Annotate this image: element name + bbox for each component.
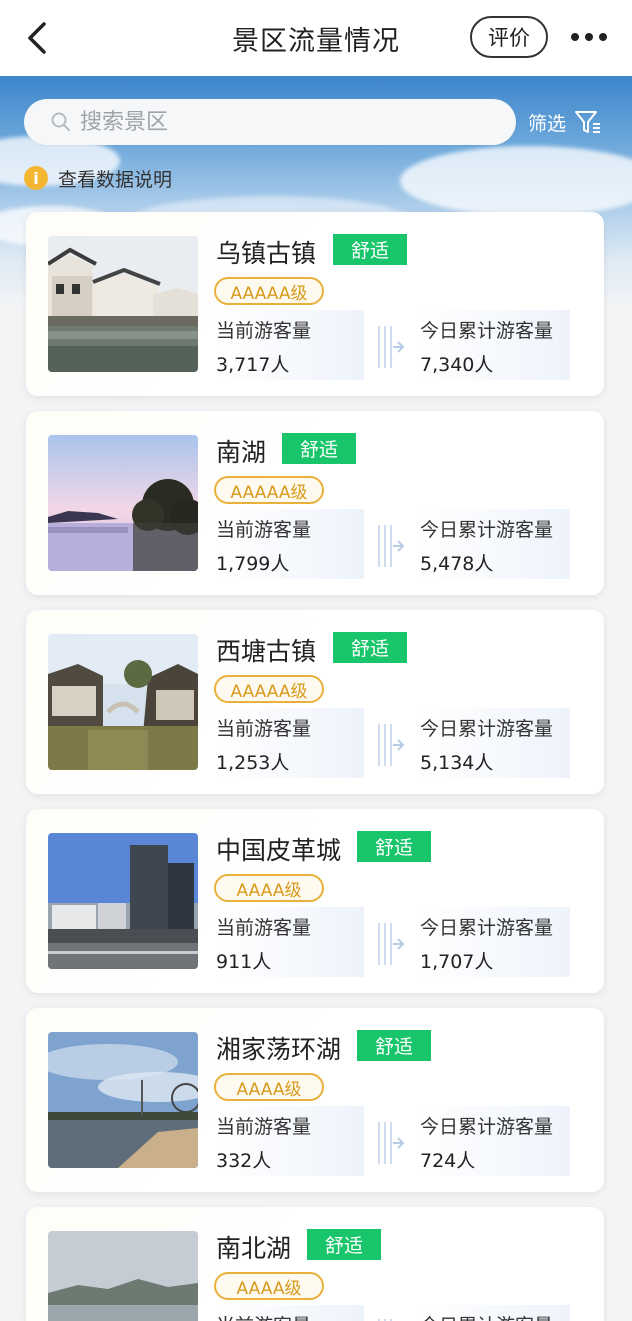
filter-label: 筛选 [528, 112, 567, 135]
today-visitors-value: 7,340人 [420, 354, 494, 376]
page-title: 景区流量情况 [232, 25, 400, 57]
comfort-status-badge: 舒适 [357, 831, 431, 862]
current-visitors-value: 3,717人 [216, 354, 290, 376]
arrow-right-icon [378, 724, 405, 766]
comfort-status-badge: 舒适 [282, 433, 356, 464]
level-badge: AAAA级 [214, 874, 324, 902]
today-visitors-box: 今日累计游客量 [418, 1305, 570, 1321]
today-visitors-label: 今日累计游客量 [420, 1116, 554, 1138]
scenic-spot-card[interactable]: 西塘古镇 舒适 AAAAA级 当前游客量 1,253人 今日累计游客量 5,13… [26, 610, 604, 794]
today-visitors-label: 今日累计游客量 [420, 519, 554, 541]
scenic-spot-card[interactable]: 乌镇古镇 舒适 AAAAA级 当前游客量 3,717人 今日累计游客量 7,34… [26, 212, 604, 396]
arrow-right-icon [378, 1122, 405, 1164]
today-visitors-label: 今日累计游客量 [420, 320, 554, 342]
today-visitors-value: 724人 [420, 1150, 476, 1172]
arrow-right-icon [378, 525, 405, 567]
scenic-photo-leather-city [48, 833, 198, 969]
filter-button[interactable]: 筛选 [528, 104, 618, 140]
current-visitors-value: 911人 [216, 951, 272, 973]
spot-name: 南北湖 [216, 1234, 292, 1263]
spot-name: 湘家荡环湖 [216, 1035, 342, 1064]
current-visitors-label: 当前游客量 [216, 1311, 311, 1321]
scenic-photo-nanbeihu [48, 1231, 198, 1321]
current-visitors-box: 当前游客量 1,799人 [214, 509, 364, 579]
chevron-left-icon [28, 22, 46, 54]
current-visitors-label: 当前游客量 [216, 519, 312, 541]
current-visitors-label: 当前游客量 [216, 1116, 312, 1138]
level-badge: AAAAA级 [214, 277, 324, 305]
today-visitors-box: 今日累计游客量 724人 [418, 1106, 570, 1176]
today-visitors-value: 5,134人 [420, 752, 494, 774]
arrow-right-icon [378, 923, 405, 965]
current-visitors-box: 当前游客量 911人 [214, 907, 364, 977]
top-nav-bar: 景区流量情况 评价 [0, 0, 632, 76]
comfort-status-badge: 舒适 [307, 1229, 381, 1260]
spot-name: 乌镇古镇 [216, 239, 317, 268]
spot-name: 中国皮革城 [216, 836, 342, 865]
arrow-right-icon [378, 326, 405, 368]
filter-icon [575, 111, 601, 133]
scenic-photo-nanhu [48, 435, 198, 571]
today-visitors-box: 今日累计游客量 5,478人 [418, 509, 570, 579]
level-badge: AAAA级 [214, 1272, 324, 1300]
today-visitors-label: 今日累计游客量 [420, 718, 554, 740]
scenic-spot-card[interactable]: 南湖 舒适 AAAAA级 当前游客量 1,799人 今日累计游客量 5,478人 [26, 411, 604, 595]
scenic-photo-xiangjiadang [48, 1032, 198, 1168]
scenic-photo-wuzhen [48, 236, 198, 372]
level-badge: AAAAA级 [214, 675, 324, 703]
current-visitors-label: 当前游客量 [216, 718, 312, 740]
search-input[interactable] [80, 109, 480, 135]
spot-name: 西塘古镇 [216, 637, 317, 666]
today-visitors-box: 今日累计游客量 5,134人 [418, 708, 570, 778]
today-visitors-box: 今日累计游客量 1,707人 [418, 907, 570, 977]
today-visitors-label: 今日累计游客量 [420, 1311, 553, 1321]
comfort-status-badge: 舒适 [357, 1030, 431, 1061]
spot-name: 南湖 [216, 438, 267, 467]
back-button[interactable] [20, 18, 54, 58]
current-visitors-label: 当前游客量 [216, 917, 312, 939]
current-visitors-value: 1,253人 [216, 752, 290, 774]
search-bar[interactable] [24, 99, 516, 145]
current-visitors-value: 1,799人 [216, 553, 290, 575]
current-visitors-box: 当前游客量 1,253人 [214, 708, 364, 778]
more-options-button[interactable] [566, 22, 612, 52]
info-icon: i [24, 166, 48, 190]
scenic-spot-card[interactable]: 湘家荡环湖 舒适 AAAA级 当前游客量 332人 今日累计游客量 724人 [26, 1008, 604, 1192]
comfort-status-badge: 舒适 [333, 632, 407, 663]
current-visitors-value: 332人 [216, 1150, 272, 1172]
data-description-label: 查看数据说明 [58, 168, 173, 191]
scenic-spot-card[interactable]: 中国皮革城 舒适 AAAA级 当前游客量 911人 今日累计游客量 1,707人 [26, 809, 604, 993]
current-visitors-box: 当前游客量 [214, 1305, 364, 1321]
data-description-link[interactable]: i 查看数据说明 [24, 163, 172, 193]
today-visitors-value: 5,478人 [420, 553, 494, 575]
level-badge: AAAA级 [214, 1073, 324, 1101]
comfort-status-badge: 舒适 [333, 234, 407, 265]
scenic-photo-xitang [48, 634, 198, 770]
today-visitors-box: 今日累计游客量 7,340人 [418, 310, 570, 380]
more-dots-icon [571, 33, 579, 41]
level-badge: AAAAA级 [214, 476, 324, 504]
today-visitors-label: 今日累计游客量 [420, 917, 554, 939]
rate-button[interactable]: 评价 [470, 16, 548, 58]
current-visitors-box: 当前游客量 332人 [214, 1106, 364, 1176]
today-visitors-value: 1,707人 [420, 951, 494, 973]
search-icon [51, 112, 70, 131]
current-visitors-label: 当前游客量 [216, 320, 312, 342]
current-visitors-box: 当前游客量 3,717人 [214, 310, 364, 380]
scenic-spot-card[interactable]: 南北湖 舒适 AAAA级 当前游客量 今日累计游客量 [26, 1207, 604, 1321]
